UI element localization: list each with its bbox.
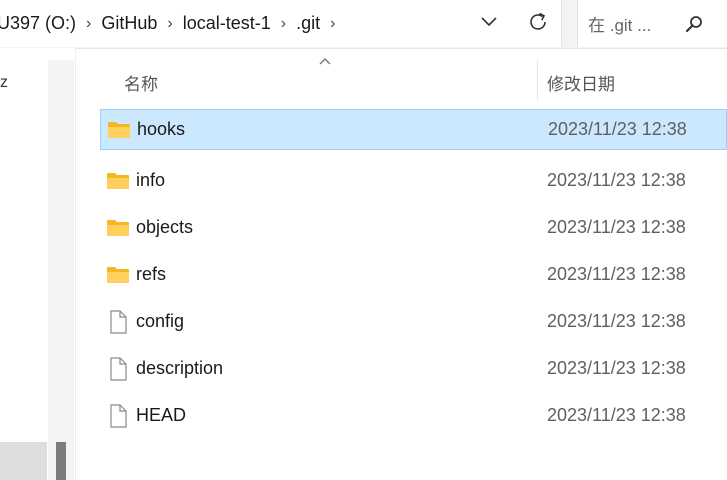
folder-icon <box>106 169 130 193</box>
file-modified-date: 2023/11/23 12:38 <box>547 217 686 237</box>
refresh-icon[interactable] <box>524 8 552 36</box>
column-header: 名称 修改日期 <box>76 48 727 108</box>
file-modified-date: 2023/11/23 12:38 <box>547 311 686 331</box>
folder-icon <box>106 263 130 287</box>
nav-scrollbar-thumb[interactable] <box>56 442 66 480</box>
column-divider[interactable] <box>537 60 538 100</box>
file-name: hooks <box>137 119 186 139</box>
breadcrumb-drive[interactable]: U397 (O:) <box>0 13 80 34</box>
file-name: HEAD <box>136 405 187 425</box>
sort-ascending-icon <box>319 58 331 65</box>
file-modified-date: 2023/11/23 12:38 <box>547 264 686 284</box>
top-bar: U397 (O:) › GitHub › local-test-1 › .git… <box>0 0 727 49</box>
file-name: objects <box>136 217 194 237</box>
list-item-description[interactable]: description 2023/11/23 12:38 <box>100 345 727 392</box>
chevron-right-icon[interactable]: › <box>324 15 341 33</box>
file-icon <box>106 403 130 428</box>
chevron-right-icon[interactable]: › <box>275 15 292 33</box>
breadcrumb-local-test-1[interactable]: local-test-1 <box>179 13 275 34</box>
breadcrumb-git[interactable]: .git <box>292 13 324 34</box>
list-item-refs[interactable]: refs 2023/11/23 12:38 <box>100 251 727 298</box>
column-modified-header[interactable]: 修改日期 <box>547 70 615 95</box>
address-bar[interactable]: U397 (O:) › GitHub › local-test-1 › .git… <box>0 0 562 47</box>
chevron-right-icon[interactable]: › <box>80 15 97 33</box>
search-icon[interactable] <box>682 12 706 36</box>
file-name: config <box>136 311 185 331</box>
list-item-hooks[interactable]: hooks 2023/11/23 12:38 <box>100 109 727 150</box>
column-name-header[interactable]: 名称 <box>124 70 158 95</box>
folder-icon <box>107 118 131 142</box>
nav-horizontal-scrollbar[interactable] <box>0 442 47 480</box>
list-item-config[interactable]: config 2023/11/23 12:38 <box>100 298 727 345</box>
chevron-right-icon[interactable]: › <box>161 15 178 33</box>
navigation-pane: z <box>0 48 76 480</box>
list-item-info[interactable]: info 2023/11/23 12:38 <box>100 157 727 204</box>
list-item-objects[interactable]: objects 2023/11/23 12:38 <box>100 204 727 251</box>
nav-scrollbar-track[interactable] <box>48 60 74 480</box>
chevron-down-icon[interactable] <box>477 10 501 34</box>
file-list: hooks 2023/11/23 12:38 info 2023/11/23 1… <box>100 108 727 439</box>
search-box[interactable]: 在 .git ... <box>577 0 727 47</box>
search-placeholder[interactable]: 在 .git ... <box>578 11 651 36</box>
nav-item-partial-label[interactable]: z <box>0 74 8 92</box>
file-modified-date: 2023/11/23 12:38 <box>548 119 687 139</box>
file-icon <box>106 309 130 334</box>
breadcrumb-github[interactable]: GitHub <box>97 13 161 34</box>
file-modified-date: 2023/11/23 12:38 <box>547 405 686 425</box>
folder-icon <box>106 216 130 240</box>
file-icon <box>106 356 130 381</box>
file-modified-date: 2023/11/23 12:38 <box>547 358 686 378</box>
file-modified-date: 2023/11/23 12:38 <box>547 170 686 190</box>
list-item-head[interactable]: HEAD 2023/11/23 12:38 <box>100 392 727 439</box>
file-name: info <box>136 170 166 190</box>
file-name: description <box>136 358 224 378</box>
file-name: refs <box>136 264 167 284</box>
